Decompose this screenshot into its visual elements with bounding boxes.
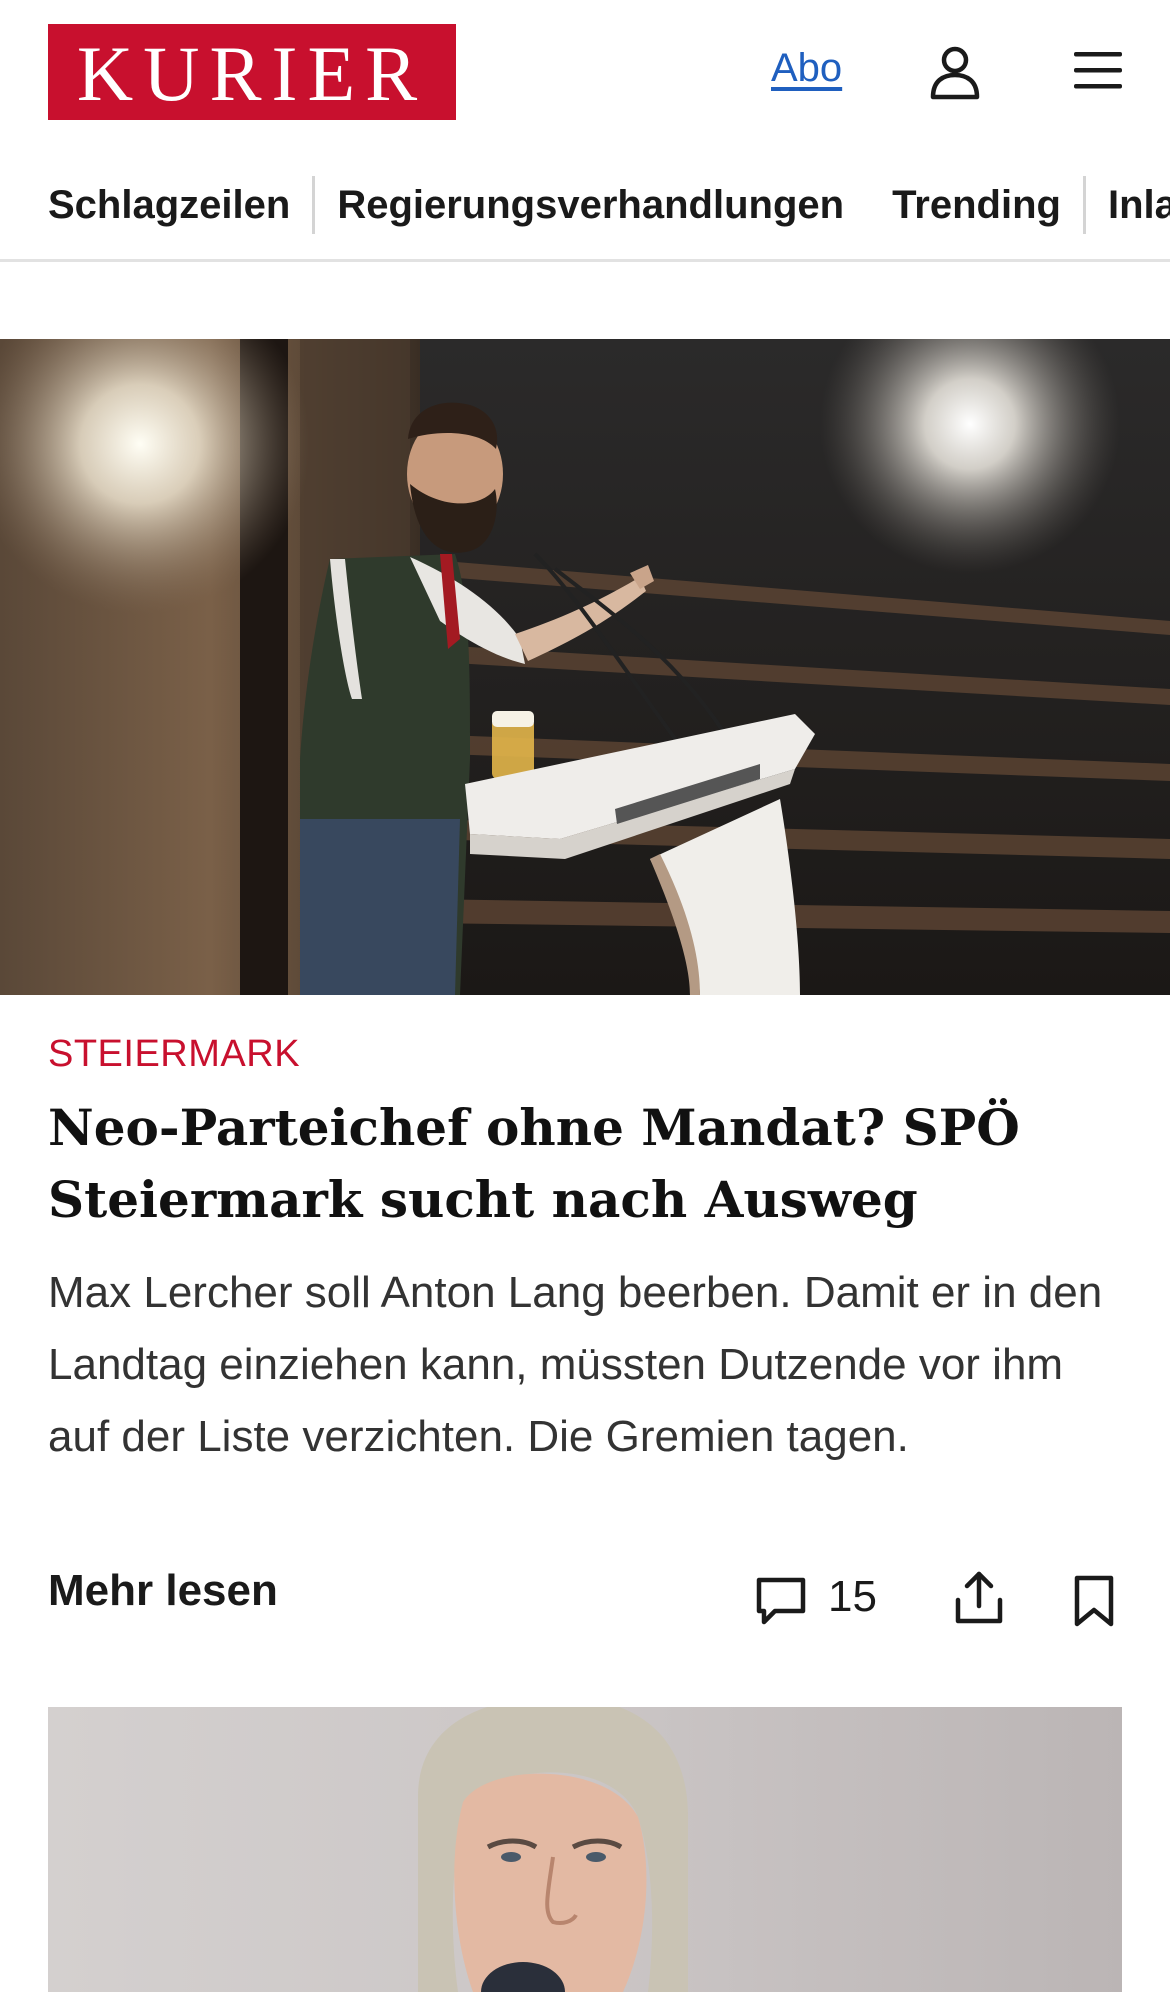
article-teaser-text: Max Lercher soll Anton Lang beerben. Dam… bbox=[48, 1268, 1103, 1461]
hamburger-menu-icon[interactable] bbox=[1072, 46, 1124, 96]
second-article-image[interactable] bbox=[48, 1707, 1122, 1992]
article-headline[interactable]: Neo-Parteichef ohne Mandat? SPÖ Steier­m… bbox=[48, 1092, 1128, 1236]
category-nav: Schlagzeilen Regierungsverhandlungen Tre… bbox=[0, 146, 1170, 262]
nav-divider bbox=[312, 176, 316, 234]
bookmark-icon[interactable] bbox=[1072, 1574, 1116, 1628]
kurier-logo[interactable]: KURIER bbox=[48, 24, 456, 120]
article-hero-image[interactable] bbox=[0, 339, 1170, 995]
user-icon[interactable] bbox=[928, 44, 982, 100]
abo-link[interactable]: Abo bbox=[771, 46, 842, 91]
read-more-link[interactable]: Mehr lesen bbox=[48, 1566, 278, 1616]
comment-count[interactable]: 15 bbox=[828, 1572, 877, 1622]
comment-icon[interactable] bbox=[754, 1574, 808, 1628]
share-icon[interactable] bbox=[954, 1570, 1004, 1626]
category-nav-list: Schlagzeilen Regierungsverhandlungen Tre… bbox=[48, 176, 1170, 234]
nav-item-schlagzeilen[interactable]: Schlagzeilen bbox=[48, 183, 290, 228]
nav-item-regierungsverhandlungen[interactable]: Regierungsverhandlungen bbox=[337, 183, 844, 228]
site-header: KURIER Abo bbox=[0, 0, 1170, 146]
second-article-photo bbox=[48, 1707, 1122, 1992]
nav-item-inland[interactable]: Inland bbox=[1108, 183, 1170, 228]
article-kicker[interactable]: STEIERMARK bbox=[48, 1033, 300, 1076]
hero-photo bbox=[0, 339, 1170, 995]
nav-item-trending[interactable]: Trending bbox=[892, 183, 1061, 228]
nav-divider bbox=[1082, 176, 1086, 234]
